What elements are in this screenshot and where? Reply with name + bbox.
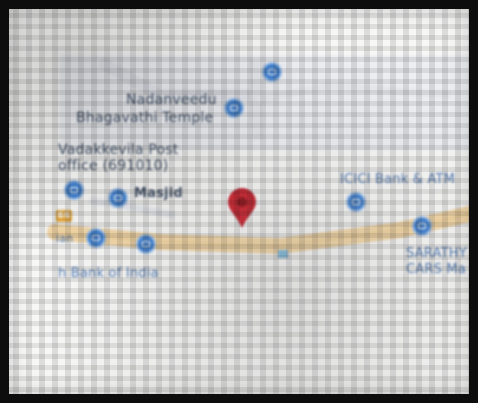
icici-poi-icon[interactable] xyxy=(346,192,366,212)
map-photo-frame: 66 Nadanveedu Bhagavathi Temple Vadakkev… xyxy=(0,0,478,403)
route-badge: 66 xyxy=(56,210,72,222)
shop-poi-icon[interactable] xyxy=(136,234,156,254)
post-office-label-line2: office (691010) xyxy=(58,158,169,174)
bank-poi-icon[interactable] xyxy=(86,228,106,248)
route-side-label: ian xyxy=(56,232,74,245)
temple-poi-icon[interactable] xyxy=(224,98,244,118)
temple-label-line2: Bhagavathi Temple xyxy=(76,110,214,126)
sarathy-poi-icon[interactable] xyxy=(412,216,432,236)
post-office-label-line1: Vadakkevila Post xyxy=(58,142,179,158)
masjid-label: Masjid xyxy=(134,186,183,201)
map-view[interactable]: 66 Nadanveedu Bhagavathi Temple Vadakkev… xyxy=(0,0,478,403)
icici-label: ICICI Bank & ATM xyxy=(340,172,456,187)
red-location-marker-icon[interactable] xyxy=(228,188,256,228)
post-office-poi-icon[interactable] xyxy=(64,180,84,200)
minor-road-vertical xyxy=(250,59,263,141)
small-map-feature xyxy=(278,250,288,258)
temple-label-line1: Nadanveedu xyxy=(126,92,217,108)
sarathy-label-line2: CARS Ma xyxy=(406,262,466,277)
bank-of-india-label: h Bank of India xyxy=(58,266,159,281)
masjid-poi-icon[interactable] xyxy=(108,188,128,208)
poi-top-icon[interactable] xyxy=(262,62,282,82)
sarathy-label-line1: SARATHY xyxy=(406,246,467,261)
map-roads xyxy=(47,55,478,258)
minor-road-masjid xyxy=(89,196,176,219)
